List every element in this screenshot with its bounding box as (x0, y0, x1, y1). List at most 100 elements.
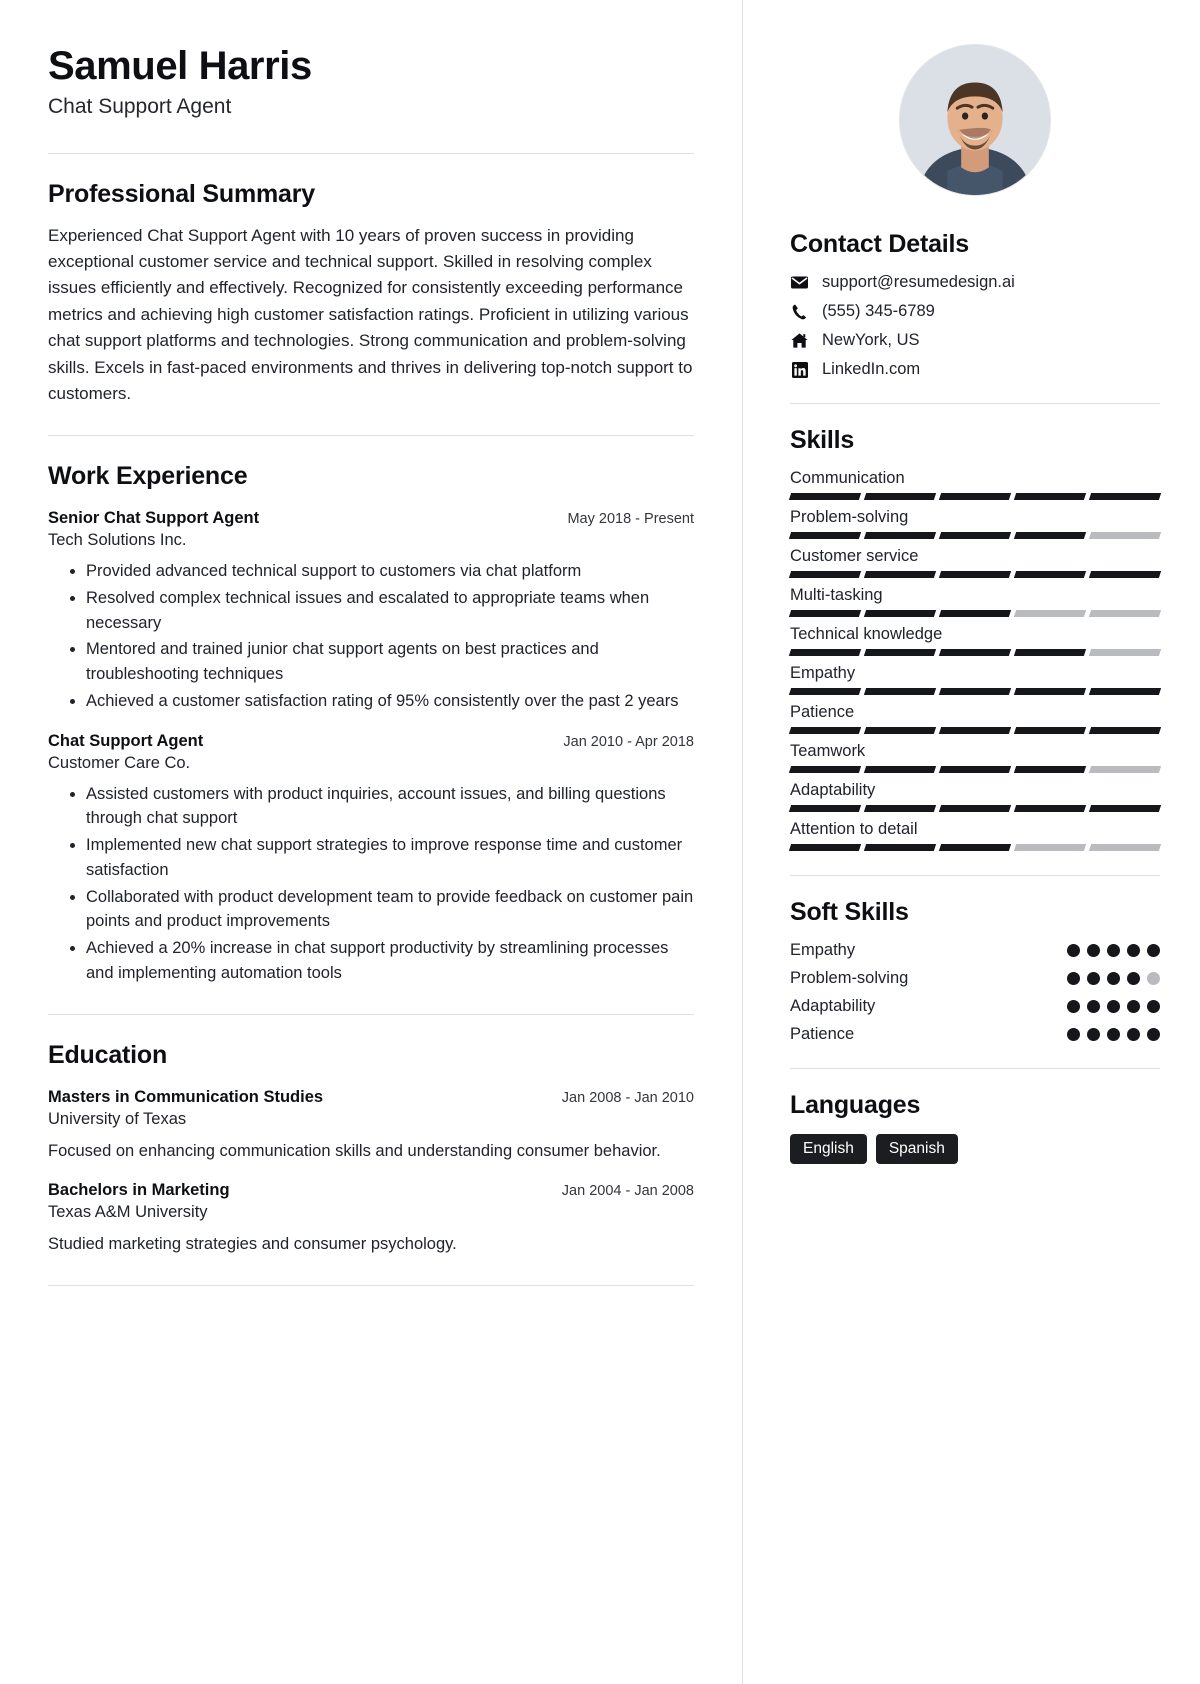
education-entry-head: Masters in Communication Studies Jan 200… (48, 1088, 694, 1107)
soft-skill-dot (1087, 944, 1100, 957)
skill-row: Communication (788, 469, 1162, 500)
skill-segment (938, 688, 1012, 695)
skill-segment (1013, 493, 1087, 500)
soft-skill-dots (1067, 1028, 1160, 1041)
education-entry-head: Bachelors in Marketing Jan 2004 - Jan 20… (48, 1181, 694, 1200)
section-title-soft-skills: Soft Skills (790, 898, 909, 926)
skill-segment (1013, 571, 1087, 578)
skill-segment (788, 532, 862, 539)
soft-skill-dot (1127, 944, 1140, 957)
list-item: Resolved complex technical issues and es… (86, 586, 694, 636)
soft-skill-row: Adaptability (790, 997, 1160, 1016)
skill-label: Adaptability (790, 781, 876, 799)
list-item: Assisted customers with product inquirie… (86, 782, 694, 832)
skill-segment (1013, 532, 1087, 539)
experience-organization: Customer Care Co. (48, 753, 191, 772)
section-work-experience: Work Experience Senior Chat Support Agen… (48, 462, 694, 986)
skill-label: Technical knowledge (790, 625, 943, 643)
soft-skill-dot (1067, 1028, 1080, 1041)
section-professional-summary: Professional Summary Experienced Chat Su… (48, 180, 694, 407)
languages-list: English Spanish (790, 1134, 1160, 1164)
soft-skill-dot (1147, 1000, 1160, 1013)
education-description: Studied marketing strategies and consume… (48, 1235, 457, 1254)
resume-page: Samuel Harris Chat Support Agent Profess… (0, 0, 1200, 1684)
skill-bar (788, 766, 1162, 773)
skill-row: Teamwork (788, 742, 1162, 773)
main-column: Samuel Harris Chat Support Agent Profess… (0, 0, 742, 1684)
experience-entry: Senior Chat Support Agent May 2018 - Pre… (48, 509, 694, 714)
skill-segment (1088, 493, 1162, 500)
skill-segment (1088, 688, 1162, 695)
education-date: Jan 2008 - Jan 2010 (561, 1089, 694, 1106)
section-soft-skills: Soft Skills Empathy Problem-solving Adap… (790, 898, 1160, 1044)
list-item: Provided advanced technical support to c… (86, 559, 694, 584)
education-divider (48, 1285, 694, 1287)
contact-item-email[interactable]: support@resumedesign.ai (790, 273, 1160, 292)
skill-segment (863, 571, 937, 578)
skill-segment (1013, 805, 1087, 812)
contact-item-phone[interactable]: (555) 345-6789 (790, 302, 1160, 321)
contact-value-location: NewYork, US (822, 331, 920, 349)
summary-text: Experienced Chat Support Agent with 10 y… (48, 225, 693, 403)
education-description: Focused on enhancing communication skill… (48, 1141, 661, 1160)
skill-bar (788, 844, 1162, 851)
skill-bar (788, 649, 1162, 656)
skill-segment (863, 805, 937, 812)
skill-label: Patience (790, 703, 855, 721)
skill-segment (1088, 571, 1162, 578)
section-title-education: Education (48, 1040, 168, 1069)
avatar-illustration (900, 45, 1050, 195)
skill-segment (1088, 532, 1162, 539)
contact-item-linkedin[interactable]: LinkedIn.com (790, 360, 1160, 379)
skill-label: Empathy (790, 664, 856, 682)
soft-skill-row: Problem-solving (790, 969, 1160, 988)
skill-segment (788, 610, 862, 617)
column-divider (742, 0, 743, 1684)
skill-segment (788, 844, 862, 851)
skill-segment (788, 688, 862, 695)
experience-bullets: Assisted customers with product inquirie… (70, 782, 694, 986)
contact-divider (790, 403, 1160, 404)
skill-row: Attention to detail (788, 820, 1162, 851)
candidate-job-title: Chat Support Agent (48, 94, 232, 118)
skill-segment (938, 805, 1012, 812)
experience-organization: Tech Solutions Inc. (48, 531, 187, 550)
skill-bar (788, 571, 1162, 578)
soft-skills-divider (790, 1068, 1160, 1069)
soft-skill-row: Patience (790, 1025, 1160, 1044)
skill-segment (863, 766, 937, 773)
skill-segment (938, 532, 1012, 539)
skill-segment (1013, 610, 1087, 617)
skill-segment (938, 844, 1012, 851)
skill-segment (788, 571, 862, 578)
contact-list: support@resumedesign.ai (555) 345-6789 N… (790, 273, 1160, 379)
soft-skill-label: Patience (790, 1025, 855, 1043)
skill-label: Teamwork (790, 742, 866, 760)
soft-skill-label: Empathy (790, 941, 856, 959)
skill-segment (863, 688, 937, 695)
skill-segment (938, 493, 1012, 500)
soft-skill-dot (1067, 1000, 1080, 1013)
skill-segment (938, 610, 1012, 617)
list-item: Collaborated with product development te… (86, 885, 694, 935)
experience-entry-head: Chat Support Agent Jan 2010 - Apr 2018 (48, 732, 694, 751)
experience-date: Jan 2010 - Apr 2018 (563, 733, 694, 750)
skill-segment (938, 571, 1012, 578)
skill-bar (788, 805, 1162, 812)
soft-skill-dot (1087, 972, 1100, 985)
section-education: Education Masters in Communication Studi… (48, 1041, 694, 1258)
contact-item-location[interactable]: NewYork, US (790, 331, 1160, 350)
soft-skill-dot (1107, 972, 1120, 985)
contact-value-phone: (555) 345-6789 (822, 302, 935, 320)
soft-skill-dot (1067, 944, 1080, 957)
experience-entry: Chat Support Agent Jan 2010 - Apr 2018 C… (48, 732, 694, 986)
skill-segment (788, 649, 862, 656)
section-title-experience: Work Experience (48, 462, 248, 491)
soft-skill-label: Problem-solving (790, 969, 909, 987)
soft-skill-dots (1067, 1000, 1160, 1013)
education-entry: Bachelors in Marketing Jan 2004 - Jan 20… (48, 1181, 694, 1257)
skill-row: Multi-tasking (788, 586, 1162, 617)
skill-segment (1088, 610, 1162, 617)
soft-skill-dot (1127, 972, 1140, 985)
skill-bar (788, 688, 1162, 695)
